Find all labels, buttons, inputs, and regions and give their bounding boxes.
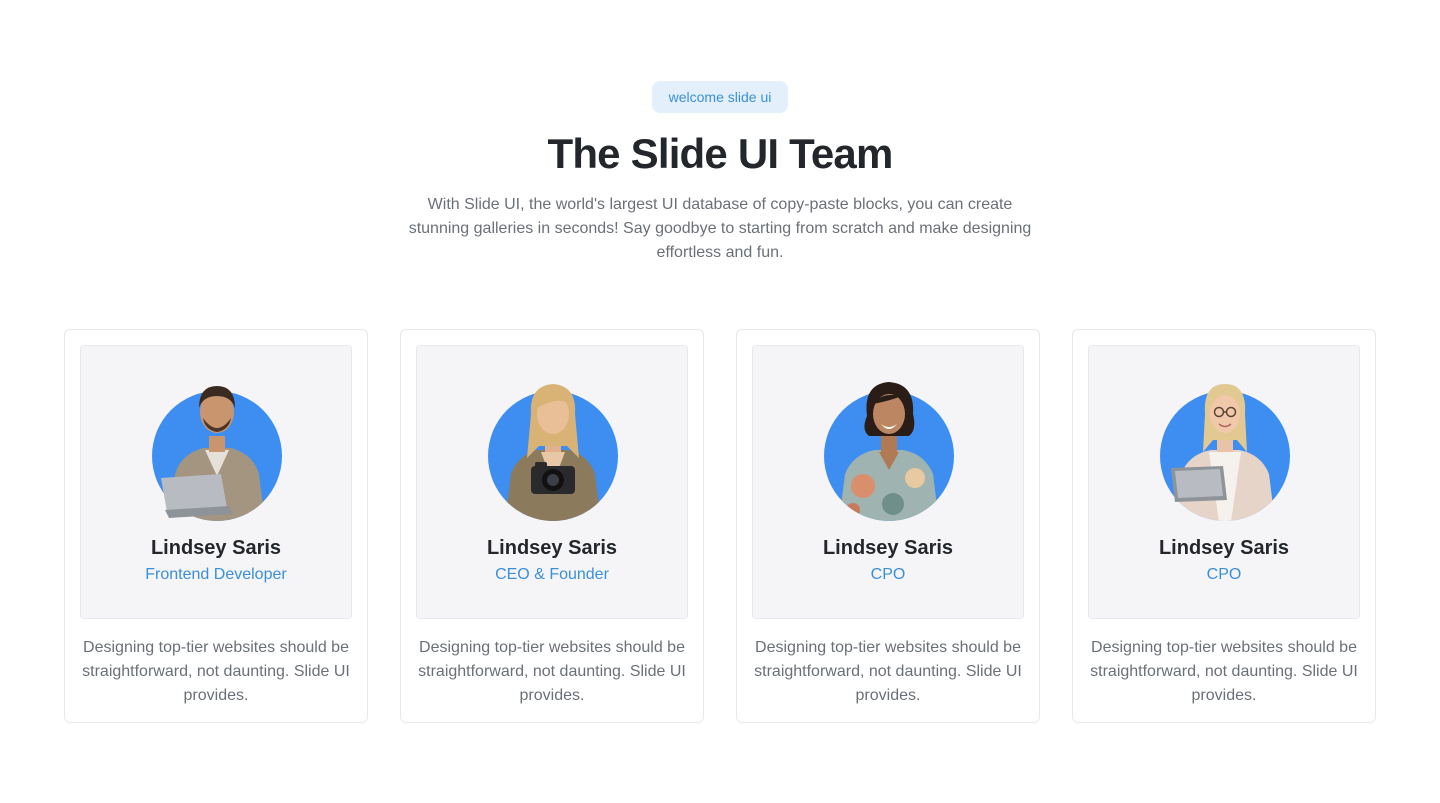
team-card-photo-panel: Lindsey Saris Frontend Developer (80, 345, 352, 619)
member-description: Designing top-tier websites should be st… (418, 639, 686, 704)
member-role: CEO & Founder (495, 566, 609, 583)
member-name: Lindsey Saris (486, 537, 618, 559)
team-cards: Lindsey Saris Frontend Developer Designi… (64, 329, 1376, 723)
woman-with-camera-avatar (487, 374, 619, 522)
member-role: Frontend Developer (145, 566, 287, 583)
member-description: Designing top-tier websites should be st… (754, 639, 1022, 704)
team-card-photo-panel: Lindsey Saris CEO & Founder (416, 345, 688, 619)
member-role: CPO (870, 566, 906, 583)
member-description: Designing top-tier websites should be st… (1090, 639, 1358, 704)
team-card: Lindsey Saris CPO Designing top-tier web… (736, 329, 1040, 723)
team-card: Lindsey Saris Frontend Developer Designi… (64, 329, 368, 723)
member-name: Lindsey Saris (150, 537, 282, 559)
team-card: Lindsey Saris CEO & Founder Designing to… (400, 329, 704, 723)
team-card-photo-panel: Lindsey Saris CPO (752, 345, 1024, 619)
member-role: CPO (1206, 566, 1242, 583)
woman-floral-shirt-avatar (823, 374, 955, 522)
welcome-badge: welcome slide ui (652, 81, 788, 113)
page-subtitle: With Slide UI, the world's largest UI da… (408, 196, 1032, 261)
team-section: welcome slide ui The Slide UI Team With … (0, 0, 1440, 803)
man-with-laptop-avatar (151, 374, 283, 522)
woman-with-tablet-avatar (1159, 374, 1291, 522)
member-name: Lindsey Saris (1158, 537, 1290, 559)
team-card-photo-panel: Lindsey Saris CPO (1088, 345, 1360, 619)
team-card: Lindsey Saris CPO Designing top-tier web… (1072, 329, 1376, 723)
member-description: Designing top-tier websites should be st… (82, 639, 350, 704)
page-title: The Slide UI Team (547, 130, 893, 177)
member-name: Lindsey Saris (822, 537, 954, 559)
